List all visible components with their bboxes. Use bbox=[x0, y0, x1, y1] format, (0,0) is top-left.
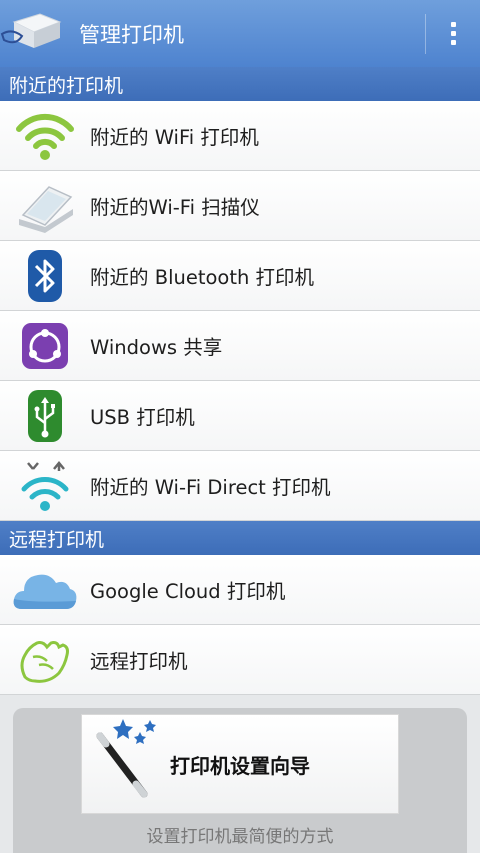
remote-hand-icon bbox=[0, 625, 90, 695]
wifi-icon bbox=[0, 101, 90, 171]
list-item-label: 附近的 WiFi 打印机 bbox=[90, 126, 259, 149]
printer-hand-icon bbox=[0, 0, 66, 67]
list-item-label: 远程打印机 bbox=[90, 650, 188, 673]
wifi-direct-icon bbox=[0, 451, 90, 521]
list-item-bluetooth-printer[interactable]: 附近的 Bluetooth 打印机 bbox=[0, 241, 480, 311]
wizard-panel: 打印机设置向导 设置打印机最简便的方式 bbox=[13, 708, 467, 853]
list-item-label: USB 打印机 bbox=[90, 406, 195, 429]
app-title: 管理打印机 bbox=[79, 22, 184, 47]
list-item-label: 附近的Wi-Fi 扫描仪 bbox=[90, 196, 260, 219]
scanner-icon bbox=[0, 171, 90, 241]
list-item-label: Windows 共享 bbox=[90, 336, 223, 359]
section-header-nearby: 附近的打印机 bbox=[0, 67, 480, 101]
list-item-remote-printer[interactable]: 远程打印机 bbox=[0, 625, 480, 695]
setup-wizard-label: 打印机设置向导 bbox=[170, 753, 310, 778]
list-item-wifi-printer[interactable]: 附近的 WiFi 打印机 bbox=[0, 101, 480, 171]
list-item-wifi-scanner[interactable]: 附近的Wi-Fi 扫描仪 bbox=[0, 171, 480, 241]
list-item-wifi-direct-printer[interactable]: 附近的 Wi-Fi Direct 打印机 bbox=[0, 451, 480, 521]
setup-wizard-button[interactable]: 打印机设置向导 bbox=[81, 714, 399, 814]
list-item-usb-printer[interactable]: USB 打印机 bbox=[0, 381, 480, 451]
list-item-label: Google Cloud 打印机 bbox=[90, 580, 286, 603]
list-item-label: 附近的 Bluetooth 打印机 bbox=[90, 266, 315, 289]
setup-wizard-subtitle: 设置打印机最简便的方式 bbox=[146, 827, 334, 847]
usb-icon bbox=[0, 381, 90, 451]
bluetooth-icon bbox=[0, 241, 90, 311]
windows-share-icon bbox=[0, 311, 90, 381]
list-item-windows-share[interactable]: Windows 共享 bbox=[0, 311, 480, 381]
list-item-label: 附近的 Wi-Fi Direct 打印机 bbox=[90, 476, 331, 499]
app-bar: 管理打印机 bbox=[0, 0, 480, 67]
magic-wand-icon bbox=[82, 714, 168, 814]
list-item-google-cloud-printer[interactable]: Google Cloud 打印机 bbox=[0, 555, 480, 625]
menu-divider bbox=[425, 14, 426, 54]
cloud-icon bbox=[0, 555, 90, 625]
section-header-remote: 远程打印机 bbox=[0, 521, 480, 555]
overflow-menu-icon[interactable] bbox=[426, 0, 480, 67]
